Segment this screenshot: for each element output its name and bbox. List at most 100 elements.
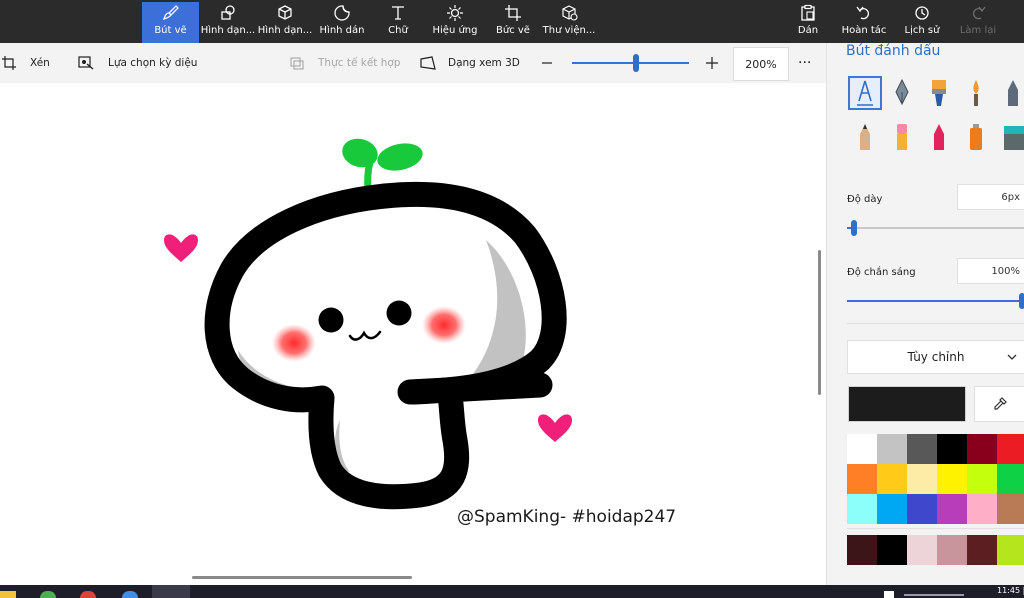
text-icon (387, 2, 409, 24)
pencil-brush[interactable] (848, 120, 882, 154)
fill-bucket-brush[interactable] (996, 120, 1024, 154)
history-icon (911, 2, 933, 24)
zoom-in-button[interactable] (705, 43, 727, 83)
tab-3d-library-label: Thư viện... (542, 25, 596, 36)
mixed-reality-button[interactable]: Thực tế kết hợp (290, 43, 401, 83)
custom-color-swatch[interactable] (997, 535, 1024, 565)
magic-select-button[interactable]: Lựa chọn kỳ diệu (78, 43, 197, 83)
crayon-brush[interactable] (922, 120, 956, 154)
minus-icon (542, 62, 552, 64)
custom-color-swatch[interactable] (877, 535, 907, 565)
eyedropper-icon (993, 397, 1007, 410)
marker-brush[interactable] (848, 76, 882, 110)
color-swatch[interactable] (967, 434, 997, 464)
secondary-toolbar: Xén Lựa chọn kỳ diệu Thực tế kết hợp Dạn… (0, 43, 826, 83)
color-swatch[interactable] (967, 464, 997, 494)
magic-select-icon (78, 56, 94, 70)
custom-color-swatch[interactable] (847, 535, 877, 565)
color-swatch[interactable] (937, 434, 967, 464)
palette-divider (847, 528, 1024, 529)
spray-can-brush[interactable] (959, 120, 993, 154)
custom-color-swatch[interactable] (907, 535, 937, 565)
panel-divider (847, 323, 1024, 324)
opacity-slider-thumb[interactable] (1019, 293, 1024, 309)
zoom-slider-thumb[interactable] (633, 54, 640, 72)
eyedropper-button[interactable] (974, 386, 1024, 422)
color-mode-dropdown[interactable]: Tùy chỉnh (847, 340, 1024, 374)
watercolor-brush[interactable] (959, 76, 993, 110)
zoom-value-input[interactable]: 200% (733, 47, 789, 81)
history-button[interactable]: Lịch sử (902, 2, 942, 41)
opacity-input[interactable]: 100% (957, 258, 1024, 284)
drawing-canvas[interactable]: @SpamKing- #hoidap247 (0, 83, 826, 585)
tab-effects[interactable]: Hiệu ứng (430, 2, 480, 41)
color-swatch[interactable] (937, 494, 967, 524)
vertical-scrollbar[interactable] (818, 250, 821, 395)
watermark-text: @SpamKing- #hoidap247 (457, 507, 677, 527)
color-swatch[interactable] (997, 434, 1024, 464)
thickness-slider[interactable] (847, 227, 1024, 229)
current-color-swatch[interactable] (848, 386, 966, 422)
color-swatch[interactable] (907, 464, 937, 494)
color-swatch[interactable] (997, 464, 1024, 494)
tab-stickers[interactable]: Hình dán (316, 2, 368, 41)
cube-icon (274, 2, 296, 24)
edge-icon[interactable] (122, 591, 138, 598)
tab-text[interactable]: Chữ (376, 2, 420, 41)
thickness-slider-thumb[interactable] (851, 220, 858, 236)
notification-icon[interactable] (884, 591, 894, 598)
horizontal-scrollbar[interactable] (192, 576, 412, 579)
oil-brush-icon (932, 80, 946, 106)
tab-3d-library[interactable]: Thư viện... (542, 2, 596, 41)
color-swatch[interactable] (877, 434, 907, 464)
thickness-value: 6px (1001, 191, 1020, 203)
view-3d-icon (420, 56, 436, 70)
paint-3d-taskbar-icon[interactable] (152, 585, 190, 598)
panel-title: Bút đánh dấu (846, 43, 941, 59)
color-swatch[interactable] (847, 494, 877, 524)
network-icon[interactable] (904, 594, 964, 596)
crop-button[interactable]: Xén (2, 43, 50, 83)
color-swatch[interactable] (847, 434, 877, 464)
chevron-down-icon (1007, 354, 1017, 360)
color-swatch[interactable] (877, 494, 907, 524)
view-3d-label: Dạng xem 3D (448, 57, 520, 69)
tab-canvas[interactable]: Bức vẽ (492, 2, 534, 41)
zoom-slider[interactable] (572, 62, 689, 64)
redo-icon (967, 2, 989, 24)
thickness-input[interactable]: 6px (957, 184, 1024, 210)
calligraphy-pen-brush[interactable] (885, 76, 919, 110)
fountain-pen-icon (895, 78, 909, 106)
color-swatch[interactable] (907, 434, 937, 464)
zoom-out-button[interactable] (541, 43, 561, 83)
clock: 11:45 | (997, 586, 1024, 595)
color-swatch[interactable] (967, 494, 997, 524)
pixel-pen-brush[interactable] (996, 76, 1024, 110)
undo-icon (853, 2, 875, 24)
color-swatch[interactable] (997, 494, 1024, 524)
custom-color-swatch[interactable] (937, 535, 967, 565)
oil-brush[interactable] (922, 76, 956, 110)
app-icon[interactable] (40, 591, 56, 598)
eraser-brush[interactable] (885, 120, 919, 154)
redo-button[interactable]: Làm lại (958, 2, 998, 41)
more-button[interactable]: ··· (798, 43, 811, 83)
view-3d-button[interactable]: Dạng xem 3D (420, 43, 520, 83)
magic-select-label: Lựa chọn kỳ diệu (108, 57, 198, 69)
tab-3d-shapes[interactable]: Hình dạn... (257, 2, 313, 41)
color-swatch[interactable] (937, 464, 967, 494)
paste-button[interactable]: Dán (790, 2, 826, 41)
undo-button[interactable]: Hoàn tác (840, 2, 888, 41)
color-swatch[interactable] (847, 464, 877, 494)
library-icon (558, 2, 580, 24)
custom-color-swatch[interactable] (967, 535, 997, 565)
tab-brushes[interactable]: Bút vẽ (142, 2, 199, 43)
fill-bucket-icon (1004, 126, 1024, 150)
canvas-icon (502, 2, 524, 24)
chrome-icon[interactable] (80, 591, 96, 598)
spray-can-icon (970, 124, 982, 150)
color-swatch[interactable] (877, 464, 907, 494)
tab-2d-shapes[interactable]: Hình dạn... (200, 2, 256, 41)
color-swatch[interactable] (907, 494, 937, 524)
folder-icon[interactable] (0, 591, 16, 598)
